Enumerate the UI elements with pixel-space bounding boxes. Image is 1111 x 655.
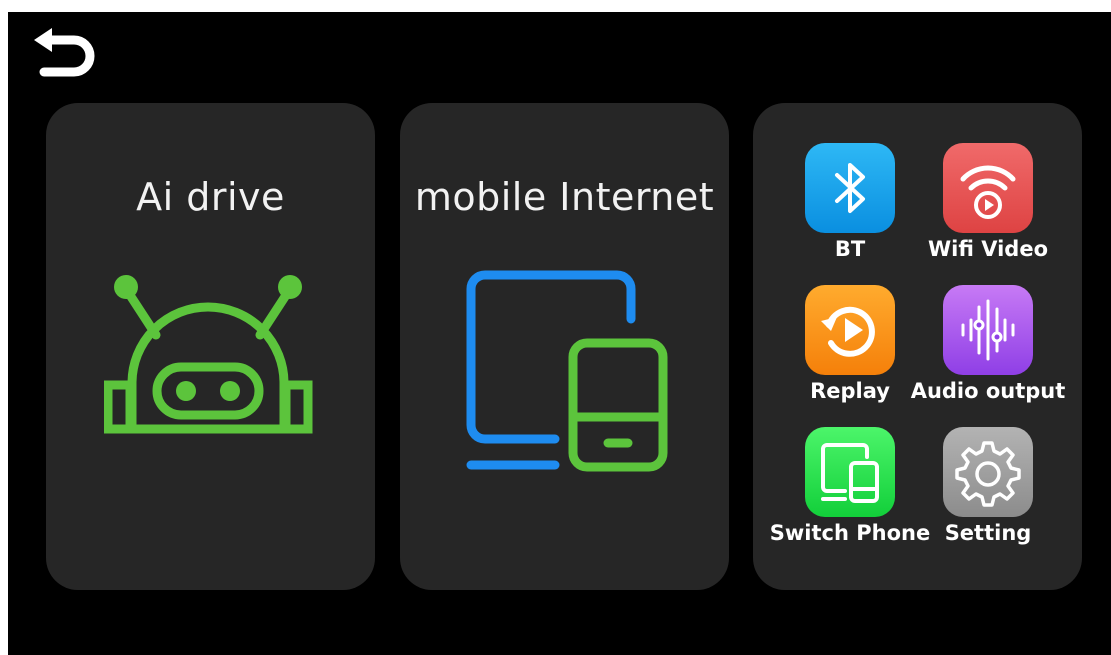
ai-drive-card[interactable]: Ai drive: [46, 103, 375, 590]
back-arrow-icon: [30, 26, 102, 86]
audio-output-app[interactable]: Audio output: [911, 285, 1065, 415]
mobile-internet-title: mobile Internet: [414, 175, 715, 219]
mobile-internet-card[interactable]: mobile Internet: [400, 103, 729, 590]
replay-tile: [805, 285, 895, 375]
setting-tile: [943, 427, 1033, 517]
audio-output-tile: [943, 285, 1033, 375]
screen: Ai drive mobile Internet BT Wifi Video R…: [8, 12, 1111, 655]
bt-tile: [805, 143, 895, 233]
apps-card: BT Wifi Video Replay Audio output Switch…: [753, 103, 1082, 590]
audio-output-label: Audio output: [910, 379, 1066, 403]
setting-app[interactable]: Setting: [913, 427, 1063, 557]
ai-drive-title: Ai drive: [136, 175, 285, 219]
back-button[interactable]: [30, 26, 102, 86]
robot-icon: [103, 267, 314, 481]
wifi-video-app[interactable]: Wifi Video: [913, 143, 1063, 273]
switch-phone-tile: [805, 427, 895, 517]
wifi-video-tile: [943, 143, 1033, 233]
devices-icon: [463, 267, 673, 481]
setting-label: Setting: [944, 521, 1032, 545]
wifi-video-label: Wifi Video: [927, 237, 1049, 261]
